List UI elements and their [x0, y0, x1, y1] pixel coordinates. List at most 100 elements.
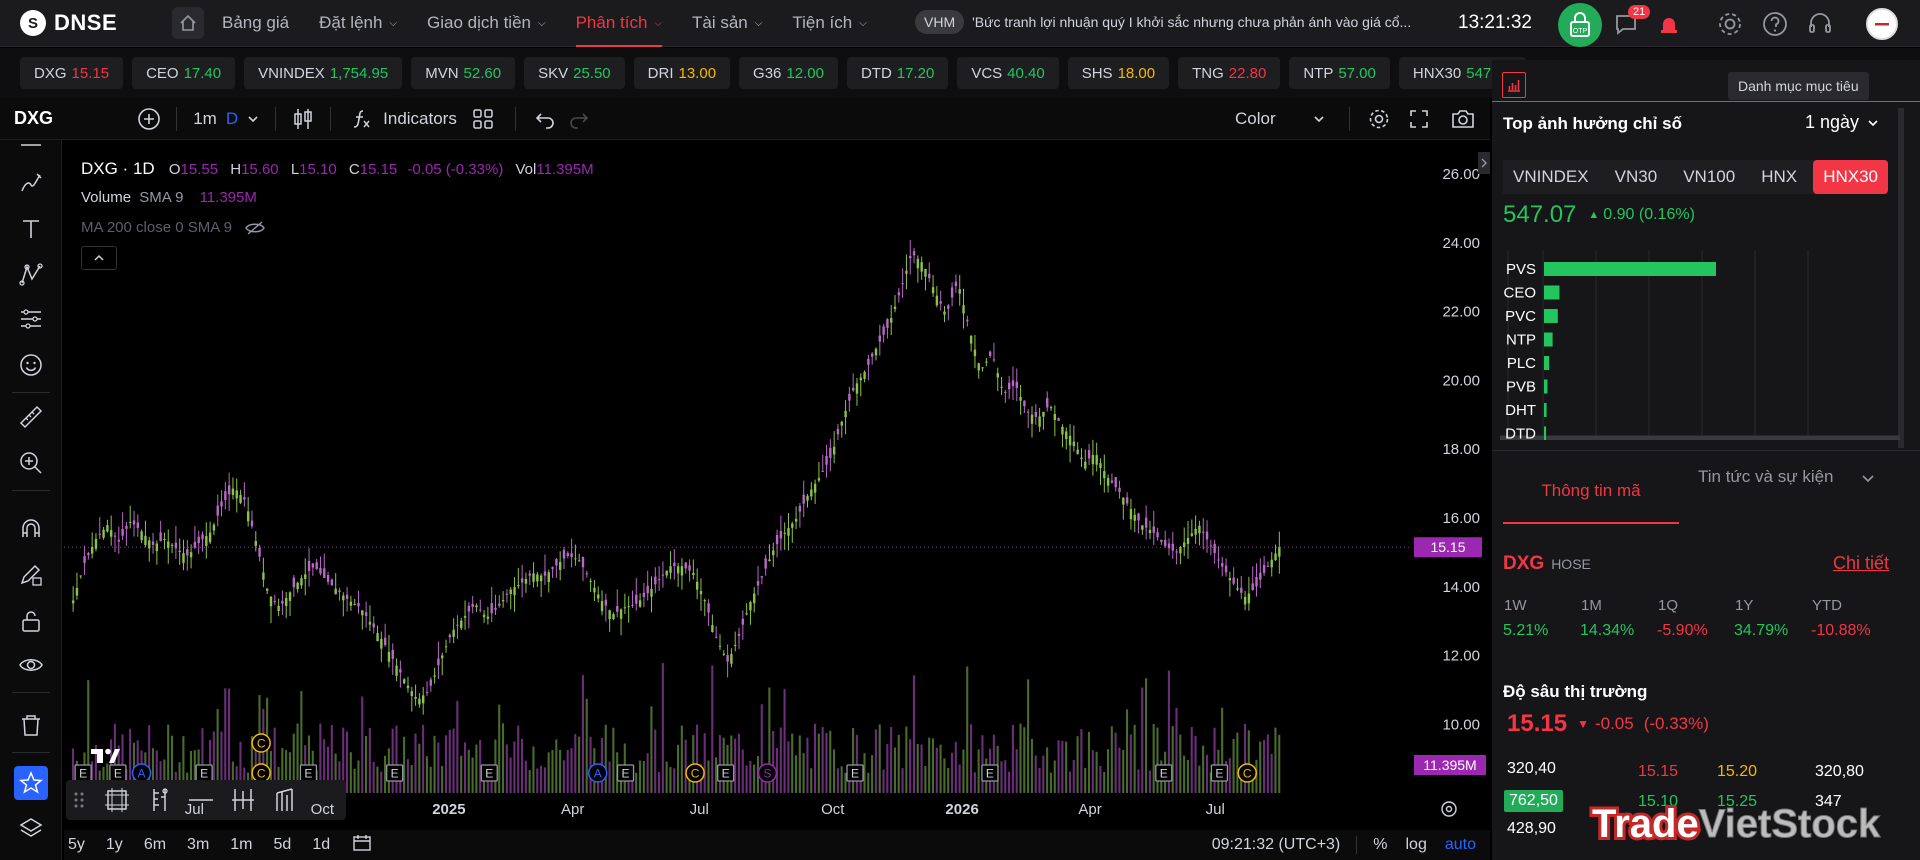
- influence-bar[interactable]: [1544, 262, 1716, 276]
- candle-body[interactable]: [482, 614, 486, 618]
- nav-menu-item[interactable]: Giao dịch tiền ⌵: [427, 0, 546, 47]
- watchlist-ticker[interactable]: CEO 17.40: [132, 57, 236, 89]
- candle-body[interactable]: [1129, 509, 1133, 520]
- candle-body[interactable]: [410, 691, 413, 697]
- candle-body[interactable]: [794, 518, 798, 522]
- candle-body[interactable]: [897, 292, 901, 296]
- candle-body[interactable]: [167, 541, 170, 548]
- candle-body[interactable]: [787, 528, 790, 536]
- candle-body[interactable]: [524, 579, 528, 584]
- candle-body[interactable]: [749, 601, 752, 611]
- candle-body[interactable]: [250, 520, 254, 527]
- candle-body[interactable]: [1247, 593, 1251, 604]
- event-marker[interactable]: A: [587, 763, 608, 783]
- candle-body[interactable]: [265, 588, 269, 591]
- watchlist-ticker[interactable]: SHS 18.00: [1067, 57, 1170, 89]
- candle-body[interactable]: [737, 633, 741, 636]
- candle-body[interactable]: [269, 596, 273, 607]
- candle-body[interactable]: [528, 573, 531, 576]
- candle-body[interactable]: [730, 654, 733, 664]
- candle-body[interactable]: [1160, 539, 1163, 542]
- candle-body[interactable]: [467, 605, 471, 612]
- event-marker[interactable]: C: [1237, 763, 1257, 783]
- candle-body[interactable]: [1194, 528, 1197, 535]
- candle-body[interactable]: [821, 470, 824, 472]
- candle-body[interactable]: [1213, 543, 1216, 554]
- candle-body[interactable]: [83, 556, 86, 563]
- candle-body[interactable]: [1133, 514, 1136, 521]
- candle-body[interactable]: [867, 358, 870, 365]
- candle-body[interactable]: [1148, 529, 1152, 533]
- detail-link[interactable]: Chi tiết: [1833, 553, 1889, 574]
- candle-body[interactable]: [543, 571, 547, 576]
- news-ticker[interactable]: VHM 'Bức tranh lợi nhuận quý I khởi sắc …: [915, 10, 1442, 34]
- candle-body[interactable]: [353, 604, 356, 606]
- candle-body[interactable]: [1198, 525, 1201, 534]
- candle-body[interactable]: [258, 548, 261, 557]
- price-chart[interactable]: 10.00 12.00 14.00 16.00 18.00 20.00 22.00 24.00…: [64, 145, 1490, 793]
- candle-body[interactable]: [699, 590, 703, 595]
- candle-body[interactable]: [212, 524, 216, 531]
- index-tab[interactable]: VNINDEX: [1503, 160, 1599, 194]
- candle-body[interactable]: [722, 653, 726, 655]
- watchlist-ticker[interactable]: VNINDEX 1,754.95: [244, 57, 403, 89]
- candle-body[interactable]: [102, 529, 105, 538]
- candle-body[interactable]: [1179, 547, 1182, 554]
- candle-body[interactable]: [1163, 539, 1167, 546]
- candle-body[interactable]: [1236, 588, 1239, 590]
- nav-menu-item[interactable]: Tiện ích ⌵: [792, 0, 866, 47]
- candle-body[interactable]: [855, 383, 859, 394]
- watchlist-ticker[interactable]: DRI 13.00: [633, 57, 731, 89]
- candle-body[interactable]: [562, 549, 566, 559]
- candle-body[interactable]: [901, 283, 904, 285]
- candle-body[interactable]: [486, 616, 490, 619]
- candle-body[interactable]: [810, 489, 813, 497]
- watchlist-ticker[interactable]: DXG 15.15: [20, 57, 124, 89]
- candle-body[interactable]: [840, 421, 843, 426]
- watchlist-ticker[interactable]: MVN 52.60: [411, 57, 516, 89]
- candle-body[interactable]: [452, 629, 455, 637]
- alert-button[interactable]: [1655, 10, 1683, 38]
- time-range-button[interactable]: 3m: [187, 836, 209, 854]
- candle-body[interactable]: [593, 587, 596, 593]
- candle-body[interactable]: [1240, 587, 1243, 593]
- candle-body[interactable]: [1217, 559, 1220, 561]
- event-marker[interactable]: C: [685, 763, 705, 783]
- candle-body[interactable]: [1038, 416, 1041, 427]
- event-marker[interactable]: S: [757, 763, 778, 783]
- compare-button[interactable]: [134, 104, 164, 134]
- candle-body[interactable]: [292, 577, 296, 588]
- event-marker[interactable]: E: [846, 764, 864, 782]
- candle-body[interactable]: [422, 695, 425, 704]
- candle-body[interactable]: [1266, 565, 1270, 567]
- chart-legend-ma[interactable]: MA 200 close 0 SMA 9: [81, 219, 266, 236]
- candle-body[interactable]: [425, 691, 429, 693]
- visibility-tool[interactable]: [14, 648, 48, 682]
- time-range-button[interactable]: 5d: [274, 836, 292, 854]
- index-tab[interactable]: VN100: [1673, 160, 1745, 194]
- candle-body[interactable]: [928, 273, 931, 279]
- candle-body[interactable]: [608, 610, 611, 620]
- candle-body[interactable]: [1255, 577, 1258, 587]
- event-marker[interactable]: E: [1210, 764, 1229, 782]
- candle-body[interactable]: [140, 531, 143, 541]
- candle-body[interactable]: [1209, 545, 1213, 547]
- candle-body[interactable]: [1011, 380, 1015, 386]
- candle-body[interactable]: [117, 539, 121, 542]
- candle-body[interactable]: [1099, 463, 1102, 468]
- candle-body[interactable]: [1183, 542, 1186, 548]
- unlock-tool[interactable]: [14, 604, 48, 638]
- candle-body[interactable]: [848, 393, 851, 401]
- candle-body[interactable]: [578, 560, 581, 562]
- emoji-tool[interactable]: [14, 348, 48, 382]
- candle-body[interactable]: [909, 255, 912, 259]
- candle-body[interactable]: [783, 532, 786, 534]
- candle-body[interactable]: [155, 543, 159, 552]
- candle-body[interactable]: [657, 579, 661, 581]
- candle-body[interactable]: [920, 262, 923, 272]
- candle-body[interactable]: [935, 295, 939, 306]
- watchlist-ticker[interactable]: SKV 25.50: [524, 57, 625, 89]
- candle-body[interactable]: [589, 580, 592, 582]
- event-marker[interactable]: E: [299, 764, 318, 782]
- candle-body[interactable]: [402, 679, 406, 684]
